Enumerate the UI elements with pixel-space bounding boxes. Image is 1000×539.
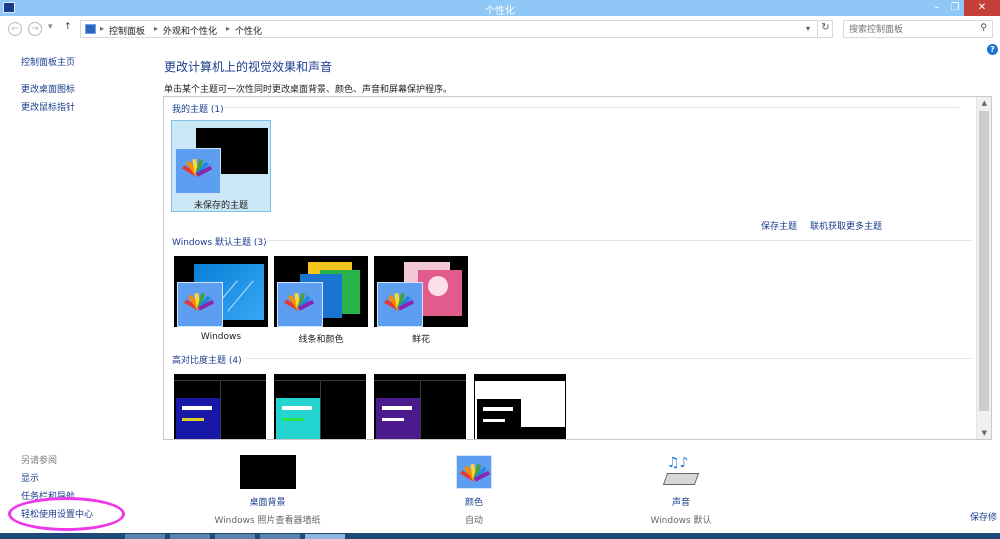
theme-label: 线条和颜色 xyxy=(298,335,344,345)
color-value: 自动 xyxy=(464,516,483,526)
help-icon[interactable]: ? xyxy=(987,44,998,55)
group-divider xyxy=(246,358,972,359)
search-icon[interactable]: ⚲ xyxy=(980,23,987,33)
taskbar-button[interactable] xyxy=(215,534,255,539)
window-title: 个性化 xyxy=(485,6,515,17)
theme-tile-high-contrast-2[interactable] xyxy=(274,374,366,439)
color-fan-icon xyxy=(384,291,415,311)
search-box[interactable]: ⚲ xyxy=(843,20,993,38)
sound-setting[interactable]: ♫♪ 声音 Windows 默认 xyxy=(631,455,731,526)
theme-tile-lines-and-colors[interactable]: 线条和颜色 xyxy=(274,256,368,346)
color-fan-icon xyxy=(460,462,491,482)
group-divider xyxy=(264,240,972,241)
color-swatch-icon xyxy=(377,282,423,327)
breadcrumb-separator[interactable]: ▸ xyxy=(100,24,104,33)
minimize-button[interactable]: – xyxy=(928,0,946,16)
see-also-heading: 另请参阅 xyxy=(21,456,58,466)
highlight-annotation-ring xyxy=(8,497,125,531)
theme-tile-windows[interactable]: Windows xyxy=(174,256,268,346)
taskbar-button[interactable] xyxy=(260,534,300,539)
theme-tile-unsaved[interactable]: 未保存的主题 xyxy=(171,120,271,212)
theme-list-panel[interactable]: 我的主题 (1) 未保存的主题 保存主题 联机获取更多主题 Windows 默认… xyxy=(163,96,992,440)
desktop-background-link[interactable]: 桌面背景 xyxy=(205,495,330,508)
color-fan-icon xyxy=(182,157,213,177)
color-link[interactable]: 颜色 xyxy=(424,495,524,508)
theme-tile-high-contrast-1[interactable] xyxy=(174,374,266,439)
theme-panel-scrollbar[interactable]: ▲ ▼ xyxy=(976,97,991,439)
taskbar-button[interactable] xyxy=(170,534,210,539)
group-divider xyxy=(224,107,959,108)
maximize-button[interactable]: ❐ xyxy=(946,0,964,16)
color-fan-icon xyxy=(284,291,315,311)
color-swatch-icon xyxy=(456,455,492,489)
color-swatch-icon xyxy=(177,282,223,327)
desktop-background-value: Windows 照片查看器墙纸 xyxy=(214,516,321,526)
back-button[interactable]: ← xyxy=(8,22,22,36)
forward-button[interactable]: → xyxy=(28,22,42,36)
control-panel-icon xyxy=(85,24,96,34)
scroll-thumb[interactable] xyxy=(979,111,989,411)
breadcrumb-separator[interactable]: ▸ xyxy=(154,24,158,33)
taskbar-button-active[interactable] xyxy=(305,534,345,539)
group-title-my-themes: 我的主题 (1) xyxy=(172,105,224,115)
close-button[interactable]: ✕ xyxy=(964,0,1000,16)
theme-tile-high-contrast-3[interactable] xyxy=(374,374,466,439)
desktop-background-preview xyxy=(239,455,296,489)
page-description: 单击某个主题可一次性同时更改桌面背景、颜色、声音和屏幕保护程序。 xyxy=(164,85,453,95)
search-input[interactable] xyxy=(849,23,969,36)
theme-label: Windows xyxy=(200,332,242,342)
sidebar-link-desktop-icons[interactable]: 更改桌面图标 xyxy=(21,82,75,95)
navigation-bar: ← → ▾ ↑ ▸ 控制面板 ▸ 外观和个性化 ▸ 个性化 ▾ ↻ ⚲ xyxy=(0,16,1000,42)
recent-locations-dropdown[interactable]: ▾ xyxy=(48,22,53,32)
scroll-up-arrow-icon[interactable]: ▲ xyxy=(982,99,987,107)
refresh-button[interactable]: ↻ xyxy=(817,20,833,38)
color-swatch-icon xyxy=(175,148,221,194)
color-fan-icon xyxy=(184,291,215,311)
page-title: 更改计算机上的视觉效果和声音 xyxy=(164,60,333,74)
sound-link[interactable]: 声音 xyxy=(631,495,731,508)
sidebar-link-control-panel-home[interactable]: 控制面板主页 xyxy=(21,55,75,68)
sidebar-link-mouse-pointers[interactable]: 更改鼠标指针 xyxy=(21,100,75,113)
sound-icon: ♫♪ xyxy=(662,455,700,489)
address-bar[interactable]: ▸ 控制面板 ▸ 外观和个性化 ▸ 个性化 ▾ xyxy=(80,20,833,38)
up-button[interactable]: ↑ xyxy=(64,22,72,32)
breadcrumb-appearance[interactable]: 外观和个性化 xyxy=(163,24,217,37)
color-setting[interactable]: 颜色 自动 xyxy=(424,455,524,526)
theme-label: 鲜花 xyxy=(411,335,430,345)
address-dropdown-icon[interactable]: ▾ xyxy=(806,24,810,33)
title-bar: 个性化 – ❐ ✕ xyxy=(0,0,1000,17)
theme-label: 未保存的主题 xyxy=(193,201,248,211)
breadcrumb-personalization[interactable]: 个性化 xyxy=(235,24,262,37)
desktop-background-setting[interactable]: 桌面背景 Windows 照片查看器墙纸 xyxy=(205,455,330,526)
save-changes-link[interactable]: 保存修 xyxy=(970,510,997,523)
theme-tile-high-contrast-white[interactable] xyxy=(474,374,566,439)
get-more-themes-link[interactable]: 联机获取更多主题 xyxy=(810,219,882,232)
breadcrumb-separator[interactable]: ▸ xyxy=(226,24,230,33)
group-title-windows-themes: Windows 默认主题 (3) xyxy=(172,238,267,248)
see-also-link-display[interactable]: 显示 xyxy=(21,471,39,484)
theme-tile-flowers[interactable]: 鲜花 xyxy=(374,256,468,346)
color-swatch-icon xyxy=(277,282,323,327)
group-title-high-contrast: 高对比度主题 (4) xyxy=(172,356,242,366)
taskbar-button[interactable] xyxy=(125,534,165,539)
scroll-down-arrow-icon[interactable]: ▼ xyxy=(982,429,987,437)
breadcrumb-control-panel[interactable]: 控制面板 xyxy=(109,24,145,37)
save-theme-link[interactable]: 保存主题 xyxy=(761,219,797,232)
sound-value: Windows 默认 xyxy=(650,516,712,526)
